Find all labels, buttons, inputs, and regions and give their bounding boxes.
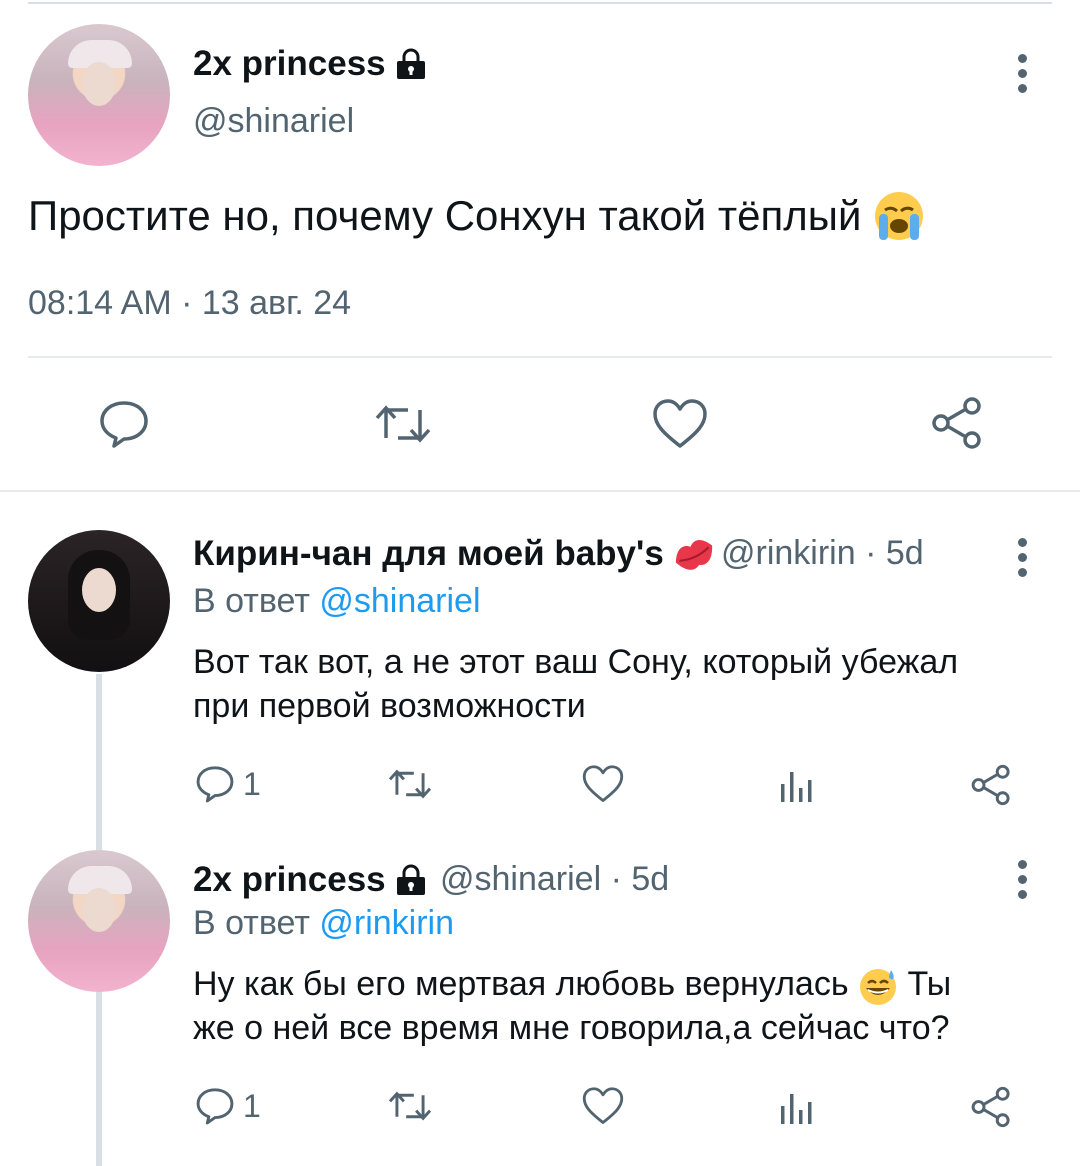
- reply-time: · 5d: [865, 534, 924, 572]
- reply-time: · 5d: [610, 860, 670, 898]
- reply-icon: [100, 401, 148, 448]
- more-options-icon[interactable]: [1015, 538, 1029, 578]
- heart-icon: [582, 765, 624, 802]
- avatar-face: [82, 62, 116, 106]
- tweet-timestamp[interactable]: 08:14 AM · 13 авг. 24: [28, 284, 351, 323]
- reply-button[interactable]: 1: [195, 764, 261, 804]
- kiss-lips-icon: [675, 540, 712, 570]
- author-handle[interactable]: @shinariel: [193, 102, 354, 141]
- divider: [28, 356, 1052, 358]
- heart-icon: [653, 399, 707, 448]
- reply-text-line: же о ней все время мне говорила,а сейчас…: [193, 1009, 950, 1048]
- reply-text-line: Ну как бы его мертвая любовь вернулась Т…: [193, 962, 1043, 1006]
- reply-prefix: В ответ: [193, 582, 310, 620]
- display-name: 2x princess: [193, 44, 386, 83]
- share-button[interactable]: [930, 396, 984, 450]
- reply-handle[interactable]: @rinkirin: [721, 534, 856, 572]
- share-button[interactable]: [970, 1086, 1012, 1128]
- share-button[interactable]: [970, 764, 1012, 806]
- like-button[interactable]: [652, 398, 708, 450]
- top-divider: [28, 2, 1052, 4]
- retweet-icon: [388, 769, 432, 799]
- reply-meta: @shinariel · 5d: [440, 860, 669, 899]
- reply-text: Ну как бы его мертвая любовь вернулась Т…: [193, 962, 1043, 1050]
- share-icon: [971, 764, 1010, 806]
- reply-text-line: при первой возможности: [193, 687, 586, 725]
- avatar[interactable]: [28, 24, 170, 166]
- reply-handle[interactable]: @shinariel: [440, 860, 601, 898]
- views-button[interactable]: [778, 768, 816, 804]
- bar-chart-icon: [781, 772, 812, 802]
- avatar-face: [82, 568, 116, 612]
- views-button[interactable]: [778, 1090, 816, 1126]
- like-button[interactable]: [582, 1086, 624, 1126]
- reply-author-name[interactable]: 2x princess: [193, 860, 428, 900]
- reply-to-line: В ответ @rinkirin: [193, 904, 454, 943]
- reply-to-link[interactable]: @rinkirin: [319, 904, 454, 942]
- avatar[interactable]: [28, 530, 170, 672]
- display-name: Кирин-чан для моей baby's: [193, 534, 664, 573]
- reply-button[interactable]: [98, 398, 150, 450]
- share-icon: [932, 397, 981, 449]
- tweet-text-content: Простите но, почему Сонхун такой тёплый: [28, 192, 862, 239]
- reply-icon: [196, 1088, 234, 1125]
- retweet-icon: [375, 405, 431, 443]
- reply-text-segment: Ну как бы его мертвая любовь вернулась: [193, 965, 849, 1003]
- lock-icon: [396, 864, 425, 895]
- share-icon: [971, 1086, 1010, 1128]
- reply-count: 1: [243, 765, 261, 802]
- lock-icon: [396, 48, 425, 79]
- grinning-face-with-sweat-icon: [859, 969, 896, 1006]
- heart-icon: [582, 1087, 624, 1124]
- reply-text-line: Вот так вот, а не этот ваш Сону, который…: [193, 643, 959, 681]
- retweet-button[interactable]: [386, 1086, 434, 1126]
- more-options-icon[interactable]: [1015, 860, 1029, 900]
- reply-text-segment: Ты: [907, 965, 952, 1003]
- retweet-button[interactable]: [372, 398, 434, 450]
- tweet-text: Простите но, почему Сонхун такой тёплый: [28, 190, 925, 242]
- reply-button[interactable]: 1: [195, 1086, 261, 1126]
- reply-count: 1: [243, 1087, 261, 1124]
- reply-meta: @rinkirin · 5d: [721, 534, 924, 573]
- reply-to-line: В ответ @shinariel: [193, 582, 481, 621]
- crying-face-icon: [875, 192, 924, 240]
- like-button[interactable]: [582, 764, 624, 804]
- reply-author-name[interactable]: Кирин-чан для моей baby's: [193, 534, 716, 574]
- author-name[interactable]: 2x princess: [193, 44, 428, 84]
- avatar-face: [82, 888, 116, 932]
- section-divider: [0, 490, 1080, 492]
- reply-icon: [196, 766, 234, 803]
- display-name: 2x princess: [193, 860, 386, 899]
- reply-text: Вот так вот, а не этот ваш Сону, который…: [193, 640, 1043, 728]
- retweet-icon: [388, 1091, 432, 1121]
- avatar[interactable]: [28, 850, 170, 992]
- bar-chart-icon: [781, 1094, 812, 1124]
- more-options-icon[interactable]: [1015, 54, 1029, 94]
- reply-prefix: В ответ: [193, 904, 310, 942]
- reply-to-link[interactable]: @shinariel: [319, 582, 480, 620]
- retweet-button[interactable]: [386, 764, 434, 804]
